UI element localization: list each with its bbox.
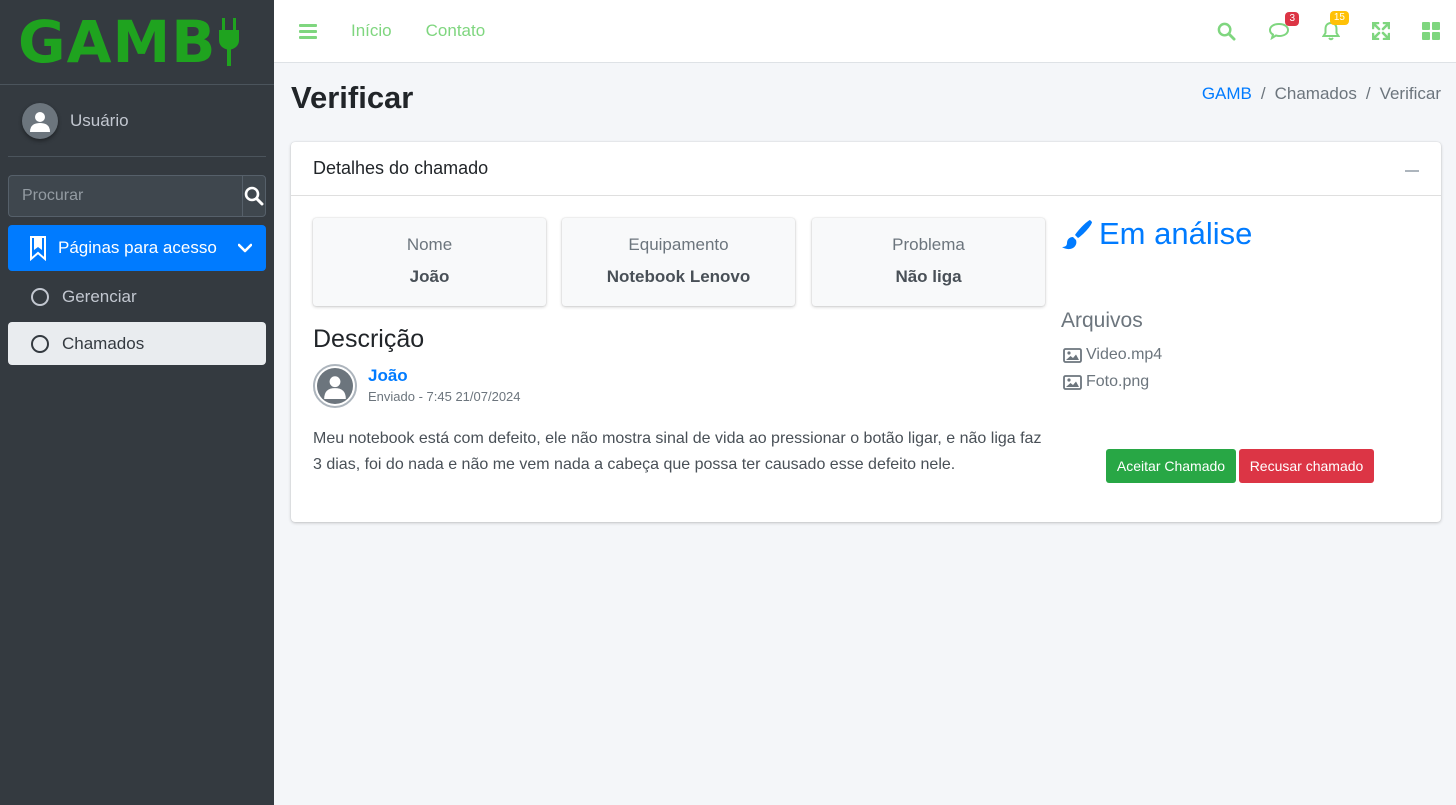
status-badge: Em análise xyxy=(1061,216,1252,252)
card-title: Detalhes do chamado xyxy=(313,158,489,178)
info-label: Equipamento xyxy=(628,235,729,254)
description-text: Meu notebook está com defeito, ele não m… xyxy=(313,430,1042,473)
menu-toggle-icon[interactable] xyxy=(299,23,317,39)
file-name: Video.mp4 xyxy=(1086,346,1163,363)
author-name[interactable]: João xyxy=(368,366,521,386)
author-meta: Enviado - 7:45 21/07/2024 xyxy=(368,389,521,404)
nav-link-contato[interactable]: Contato xyxy=(426,21,486,41)
fullscreen-button[interactable] xyxy=(1372,22,1390,40)
notifications-badge: 15 xyxy=(1329,11,1349,25)
chevron-down-icon xyxy=(238,243,252,253)
accept-ticket-button[interactable]: Aceitar Chamado xyxy=(1106,449,1236,483)
sidebar-menu-label: Páginas para acesso xyxy=(58,238,217,257)
user-panel[interactable]: Usuário xyxy=(8,85,266,157)
sidebar: GAMB Usuário Páginas pa xyxy=(0,0,274,805)
user-icon xyxy=(30,111,50,132)
expand-arrows-icon xyxy=(1372,22,1390,40)
info-box-equipamento: Equipamento Notebook Lenovo xyxy=(562,218,795,306)
breadcrumb-separator: / xyxy=(1260,84,1266,103)
page-title: Verificar xyxy=(291,80,414,115)
files-title: Arquivos xyxy=(1061,309,1143,332)
circle-icon xyxy=(31,334,49,353)
description-title: Descrição xyxy=(313,325,425,353)
circle-icon xyxy=(31,287,49,306)
brand-logo[interactable]: GAMB xyxy=(0,0,274,85)
info-value: Não liga xyxy=(895,267,962,286)
sidebar-item-chamados[interactable]: Chamados xyxy=(8,322,266,365)
file-name: Foto.png xyxy=(1086,373,1150,390)
search-icon xyxy=(244,186,264,206)
brand-name: GAMB xyxy=(18,8,217,76)
status-text: Em análise xyxy=(1099,216,1253,251)
image-icon xyxy=(1063,347,1082,363)
nav-link-inicio[interactable]: Início xyxy=(351,21,392,41)
user-icon xyxy=(324,376,346,399)
info-box-problema: Problema Não liga xyxy=(812,218,1045,306)
file-item[interactable]: Foto.png xyxy=(1063,373,1149,391)
info-box-nome: Nome João xyxy=(313,218,546,306)
info-label: Nome xyxy=(406,235,453,254)
navbar-search-button[interactable] xyxy=(1217,22,1236,41)
breadcrumb-item-current: Verificar xyxy=(1379,84,1441,103)
breadcrumb-separator: / xyxy=(1365,84,1371,103)
sidebar-item-label: Chamados xyxy=(62,333,145,353)
breadcrumb: GAMB / Chamados / Verificar xyxy=(1202,84,1441,104)
info-label: Problema xyxy=(892,235,965,254)
search-input[interactable] xyxy=(8,175,242,217)
breadcrumb-item-chamados: Chamados xyxy=(1274,84,1357,103)
notifications-button[interactable]: 15 xyxy=(1322,11,1349,41)
sidebar-item-label: Gerenciar xyxy=(62,286,137,306)
author-avatar xyxy=(313,364,357,408)
paint-brush-icon xyxy=(1062,220,1092,250)
breadcrumb-link-gamb[interactable]: GAMB xyxy=(1202,84,1252,104)
sidebar-search xyxy=(8,175,266,217)
user-name: Usuário xyxy=(70,110,129,130)
user-avatar xyxy=(22,102,58,139)
sidebar-menu-pages[interactable]: Páginas para acesso xyxy=(8,225,266,271)
bookmark-icon xyxy=(30,236,46,261)
search-button[interactable] xyxy=(242,175,266,217)
top-navbar: Início Contato 3 15 xyxy=(274,0,1456,63)
file-item[interactable]: Video.mp4 xyxy=(1063,346,1162,364)
info-value: Notebook Lenovo xyxy=(606,267,751,286)
ticket-details-card: Detalhes do chamado Nome João Equipament… xyxy=(291,142,1441,522)
reject-ticket-button[interactable]: Recusar chamado xyxy=(1239,449,1374,483)
messages-button[interactable]: 3 xyxy=(1268,12,1299,40)
plug-icon xyxy=(219,18,240,66)
info-value: João xyxy=(409,267,450,286)
messages-badge: 3 xyxy=(1285,12,1299,26)
sidebar-item-gerenciar[interactable]: Gerenciar xyxy=(8,275,266,318)
search-icon xyxy=(1217,22,1236,41)
grid-icon xyxy=(1422,22,1440,40)
collapse-button[interactable] xyxy=(1405,169,1419,172)
card-header: Detalhes do chamado xyxy=(291,142,1441,196)
author-block: João Enviado - 7:45 21/07/2024 xyxy=(313,364,521,408)
image-icon xyxy=(1063,374,1082,390)
apps-button[interactable] xyxy=(1422,22,1440,40)
